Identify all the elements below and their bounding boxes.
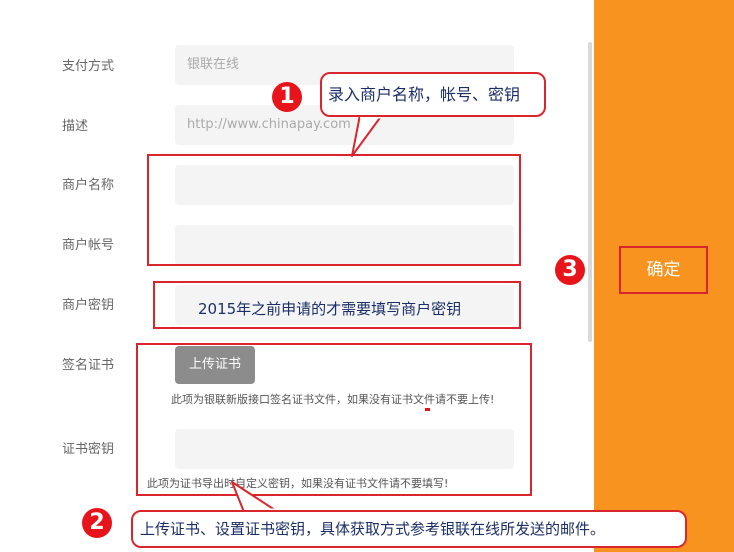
- sign-cert-label: 签名证书: [62, 358, 115, 373]
- description-label: 描述: [62, 119, 89, 134]
- step-1-badge: 1: [272, 82, 302, 112]
- callout-merchant-key-note: 2015年之前申请的才需要填写商户密钥: [198, 300, 462, 318]
- red-mark: [425, 408, 430, 411]
- confirm-button[interactable]: 确定: [619, 246, 708, 294]
- callout-certificate-note: 上传证书、设置证书密钥，具体获取方式参考银联在线所发送的邮件。: [131, 510, 687, 548]
- highlight-certificate: [136, 343, 532, 496]
- callout-merchant-info: 录入商户名称，帐号、密钥: [320, 72, 546, 117]
- merchant-account-label: 商户帐号: [62, 238, 115, 253]
- merchant-key-label: 商户密钥: [62, 298, 115, 313]
- step-3-badge: 3: [555, 255, 585, 285]
- cert-password-label: 证书密钥: [62, 442, 115, 457]
- highlight-merchant-fields: [147, 154, 521, 266]
- scrollbar[interactable]: [588, 42, 592, 342]
- step-2-badge: 2: [82, 508, 112, 538]
- merchant-name-label: 商户名称: [62, 178, 115, 193]
- payment-method-label: 支付方式: [62, 59, 115, 74]
